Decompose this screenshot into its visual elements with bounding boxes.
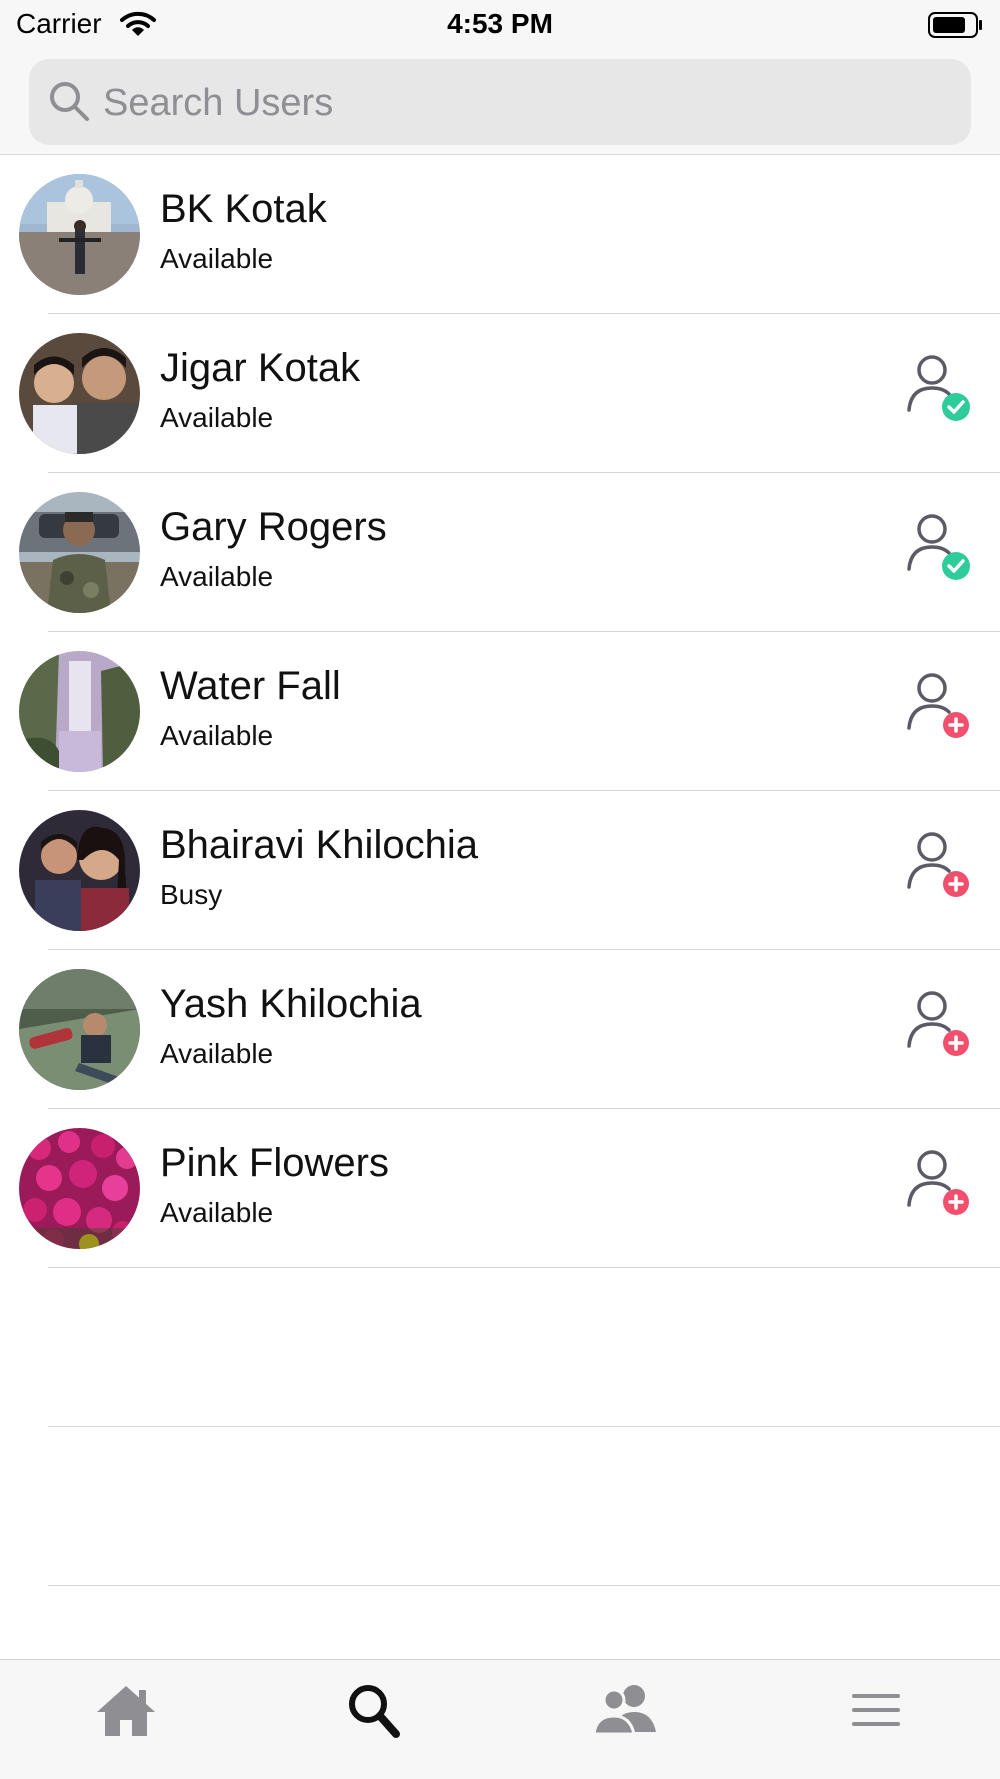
user-name: BK Kotak — [160, 187, 327, 231]
user-name: Pink Flowers — [160, 1141, 389, 1185]
search-header — [0, 52, 1000, 155]
avatar — [19, 969, 140, 1090]
add-friend-icon[interactable] — [905, 988, 975, 1064]
user-name: Jigar Kotak — [160, 346, 361, 390]
user-status: Available — [160, 243, 274, 274]
user-row[interactable]: BK Kotak Available — [0, 155, 1000, 314]
search-icon — [50, 82, 89, 121]
empty-row — [0, 1268, 1000, 1427]
user-status: Available — [160, 561, 274, 592]
user-row[interactable]: Jigar Kotak Available — [0, 314, 1000, 473]
menu-icon[interactable] — [840, 1680, 910, 1740]
user-row[interactable]: Water Fall Available — [0, 632, 1000, 791]
user-name: Yash Khilochia — [160, 982, 422, 1026]
avatar — [19, 174, 140, 295]
avatar — [19, 492, 140, 613]
status-bar: Carrier 4:53 PM — [0, 0, 1000, 52]
tab-bar — [0, 1659, 1000, 1779]
user-status: Available — [160, 402, 274, 433]
user-name: Water Fall — [160, 664, 341, 708]
user-status: Available — [160, 1038, 274, 1069]
clock: 4:53 PM — [447, 8, 553, 39]
user-name: Gary Rogers — [160, 505, 387, 549]
avatar — [19, 810, 140, 931]
contacts-icon[interactable] — [590, 1680, 660, 1740]
user-list: BK Kotak Available Jigar Kotak Available — [0, 155, 1000, 1586]
friend-added-icon[interactable] — [905, 352, 975, 428]
user-row[interactable]: Gary Rogers Available — [0, 473, 1000, 632]
avatar — [19, 333, 140, 454]
search-input[interactable] — [101, 59, 945, 147]
avatar — [19, 651, 140, 772]
user-row[interactable]: Yash Khilochia Available — [0, 950, 1000, 1109]
user-status: Available — [160, 1197, 274, 1228]
search-icon[interactable] — [340, 1680, 410, 1740]
user-row[interactable]: Bhairavi Khilochia Busy — [0, 791, 1000, 950]
empty-row — [0, 1427, 1000, 1586]
add-friend-icon[interactable] — [905, 1147, 975, 1223]
avatar — [19, 1128, 140, 1249]
friend-added-icon[interactable] — [905, 511, 975, 587]
add-friend-icon[interactable] — [905, 829, 975, 905]
battery-icon — [928, 12, 982, 38]
user-name: Bhairavi Khilochia — [160, 823, 478, 867]
user-status: Available — [160, 720, 274, 751]
add-friend-icon[interactable] — [905, 670, 975, 746]
user-status: Busy — [160, 879, 223, 910]
search-bar[interactable] — [29, 59, 971, 147]
user-row[interactable]: Pink Flowers Available — [0, 1109, 1000, 1268]
home-icon[interactable] — [91, 1680, 161, 1740]
